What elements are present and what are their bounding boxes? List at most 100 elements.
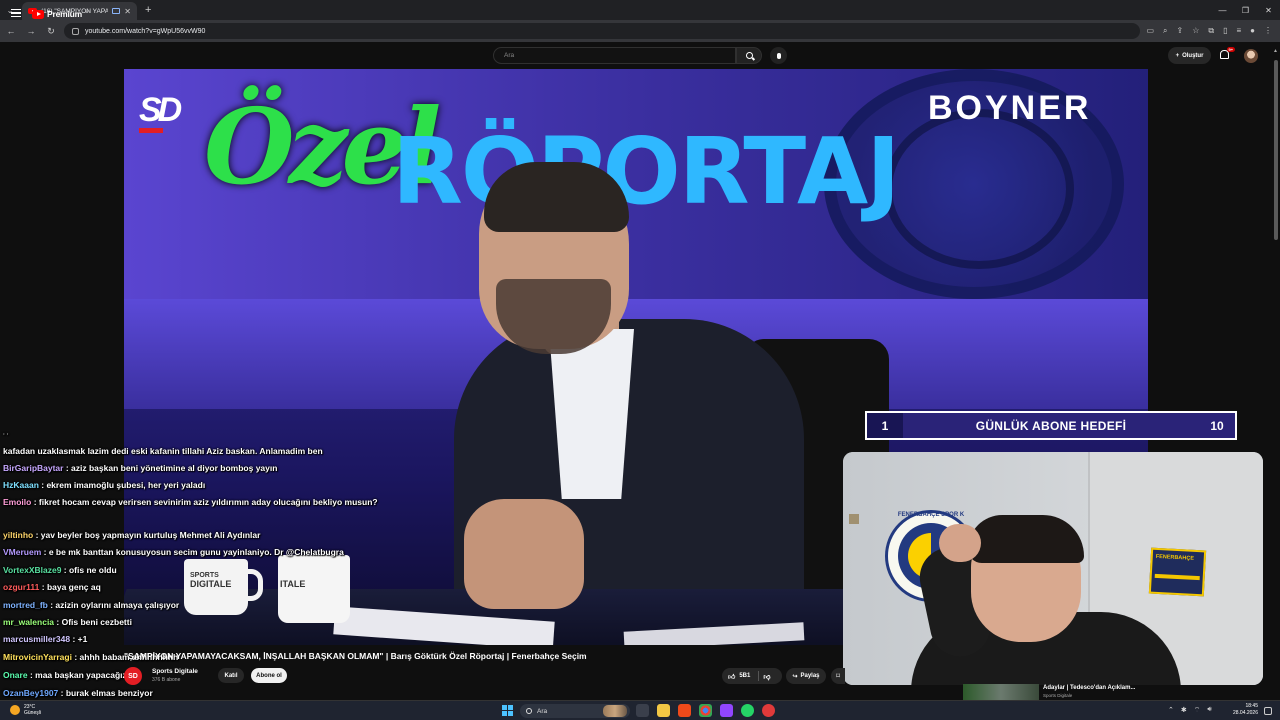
chat-text: : aziz başkan beni yönetimine al diyor b… (63, 463, 278, 473)
up-next-channel: Sports Digitale (1043, 693, 1073, 698)
presenter-hands (464, 499, 584, 609)
voice-search-button[interactable] (770, 47, 787, 64)
url-text: youtube.com/watch?v=gWpU56vvW90 (85, 27, 206, 35)
up-next-thumbnail[interactable] (963, 684, 1039, 700)
page-scrollbar[interactable]: ▲ (1272, 42, 1280, 700)
clock-date: 28.04.2026 (1232, 710, 1258, 716)
join-button[interactable]: Katıl (218, 668, 244, 683)
scarf-text: FENERBAHÇE (1155, 553, 1195, 562)
browser-tab-strip: ⌄ (16) "ŞAMPİYON YAPAMAY ✕ + — ❐ ✕ (0, 0, 1280, 20)
profile-avatar-icon[interactable]: ● (1250, 26, 1255, 36)
browser-menu-icon[interactable]: ⋮ (1264, 26, 1272, 36)
like-icon[interactable]: 👍︎ (728, 672, 735, 681)
scrollbar-thumb[interactable] (1274, 60, 1278, 240)
screen-cast-icon[interactable]: ▭ (1146, 26, 1154, 36)
system-tray: ⌃ ✱ ⌔ 🔊︎ (1168, 706, 1212, 715)
chat-text: : ekrem imamoğlu şubesi, her yeri yaladı (38, 480, 206, 490)
like-divider (758, 671, 760, 681)
new-tab-button[interactable]: + (145, 4, 151, 16)
window-controls: — ❐ ✕ (1211, 0, 1280, 20)
chat-username[interactable]: yiltinho (3, 530, 33, 540)
chat-username[interactable]: HzKaaan (3, 480, 39, 490)
close-tab-icon[interactable]: ✕ (124, 7, 131, 16)
share-button[interactable]: ↪ Paylaş (786, 668, 826, 684)
chat-username[interactable]: Onare (3, 670, 28, 680)
address-bar[interactable]: youtube.com/watch?v=gWpU56vvW90 (64, 23, 1141, 39)
forward-icon[interactable]: → (24, 26, 38, 36)
weather-widget[interactable]: 23°C Güneşli (10, 704, 41, 716)
search-button[interactable] (736, 47, 762, 64)
like-count[interactable]: 5B1 (739, 673, 750, 679)
extensions-icon[interactable]: ⧉ (1208, 26, 1214, 36)
obs-icon[interactable] (762, 704, 775, 717)
network-icon[interactable]: ⌔ (1194, 706, 1201, 715)
taskbar-search-icon (526, 708, 532, 714)
subscribe-button[interactable]: Abone ol (251, 668, 287, 683)
search-input[interactable]: Ara (493, 47, 736, 64)
taskbar-clock[interactable]: 18:45 28.04.2026 (1228, 703, 1258, 717)
account-avatar[interactable] (1244, 49, 1258, 63)
channel-name[interactable]: Sports Digitale (152, 668, 198, 675)
chat-text: : azizin oylarını almaya çalışıyor (47, 600, 180, 610)
screen: ⌄ (16) "ŞAMPİYON YAPAMAY ✕ + — ❐ ✕ ← → ↻… (0, 0, 1280, 720)
chat-username[interactable]: MitrovicinYarragi (3, 652, 72, 662)
volume-icon[interactable]: 🔊︎ (1207, 706, 1211, 715)
youtube-logo-text: Premium (47, 9, 82, 19)
chat-text: : ofis ne oldu (61, 565, 117, 575)
whatsapp-icon[interactable] (741, 704, 754, 717)
chat-text: kafadan uzaklasmak lazim dedi eski kafan… (3, 446, 323, 456)
search-icon (745, 52, 753, 59)
windows-start-icon[interactable] (502, 705, 513, 716)
browser-toolbar: ← → ↻ youtube.com/watch?v=gWpU56vvW90 ▭ … (0, 20, 1280, 42)
bluetooth-icon[interactable]: ✱ (1181, 706, 1187, 715)
chat-username[interactable]: VMeruem (3, 547, 41, 557)
chrome-icon[interactable] (699, 704, 712, 717)
share-page-icon[interactable]: ⇪ (1176, 26, 1183, 36)
chat-username[interactable]: mr_walencia (3, 617, 54, 627)
share-label: Paylaş (800, 673, 820, 679)
maximize-icon[interactable]: ❐ (1234, 0, 1257, 20)
create-label: Oluştur (1182, 52, 1204, 59)
chat-username[interactable]: OzanBey1907 (3, 688, 58, 698)
notification-center-icon[interactable] (1264, 707, 1272, 715)
save-playlist-icon[interactable]: ⌑ (831, 668, 845, 684)
streamer-hair (968, 515, 1084, 563)
site-info-icon[interactable] (72, 27, 79, 35)
chat-message: mr_walencia : Ofis beni cezbetti (3, 617, 393, 628)
chat-text: : maa başkan yapacağız (27, 670, 127, 680)
chat-username[interactable]: ozgur111 (3, 582, 39, 592)
chat-message: marcusmiller348 : +1 (3, 634, 393, 645)
chat-text: : +1 (70, 634, 88, 644)
task-view-icon[interactable] (636, 704, 649, 717)
side-panel-icon[interactable]: ▯ (1223, 26, 1227, 36)
taskbar-search[interactable]: Ara (520, 704, 630, 718)
chat-username[interactable]: marcusmiller348 (3, 634, 70, 644)
like-dislike-group: 👍︎ 5B1 👎︎ (722, 668, 782, 684)
scarf-stripe (1154, 573, 1200, 581)
back-icon[interactable]: ← (4, 26, 18, 36)
chat-username[interactable]: Emoilo (3, 497, 31, 507)
hamburger-menu-icon[interactable] (11, 9, 21, 17)
bookmark-star-icon[interactable]: ☆ (1192, 26, 1199, 36)
minimize-icon[interactable]: — (1211, 0, 1234, 20)
chat-message: yiltinho : yav beyler boş yapmayın kurtu… (3, 530, 393, 541)
file-explorer-icon[interactable] (657, 704, 670, 717)
chat-username[interactable]: mortred_fb (3, 600, 48, 610)
channel-avatar[interactable]: SD (124, 667, 142, 685)
tray-overflow-icon[interactable]: ⌃ (1168, 706, 1174, 715)
create-button[interactable]: + Oluştur (1168, 47, 1211, 64)
discord-icon[interactable] (720, 704, 733, 717)
dislike-icon[interactable]: 👎︎ (763, 672, 770, 681)
tab-groups-icon[interactable]: ≡ (1236, 26, 1241, 36)
brave-browser-icon[interactable] (678, 704, 691, 717)
scroll-up-icon[interactable]: ▲ (1273, 48, 1278, 54)
reload-icon[interactable]: ↻ (44, 26, 58, 37)
chat-username[interactable]: BirGaripBaytar (3, 463, 63, 473)
youtube-logo[interactable]: Premium TR (32, 9, 90, 19)
zoom-icon[interactable]: ⌕ (1163, 26, 1167, 36)
chat-username[interactable]: VortexXBlaze9 (3, 565, 61, 575)
chat-message: VortexXBlaze9 : ofis ne oldu (3, 565, 393, 576)
backdrop-emblem-inner (884, 109, 1074, 269)
up-next-title[interactable]: Adaylar | Tedesco'dan Açıklam... (1043, 685, 1135, 691)
close-window-icon[interactable]: ✕ (1257, 0, 1280, 20)
